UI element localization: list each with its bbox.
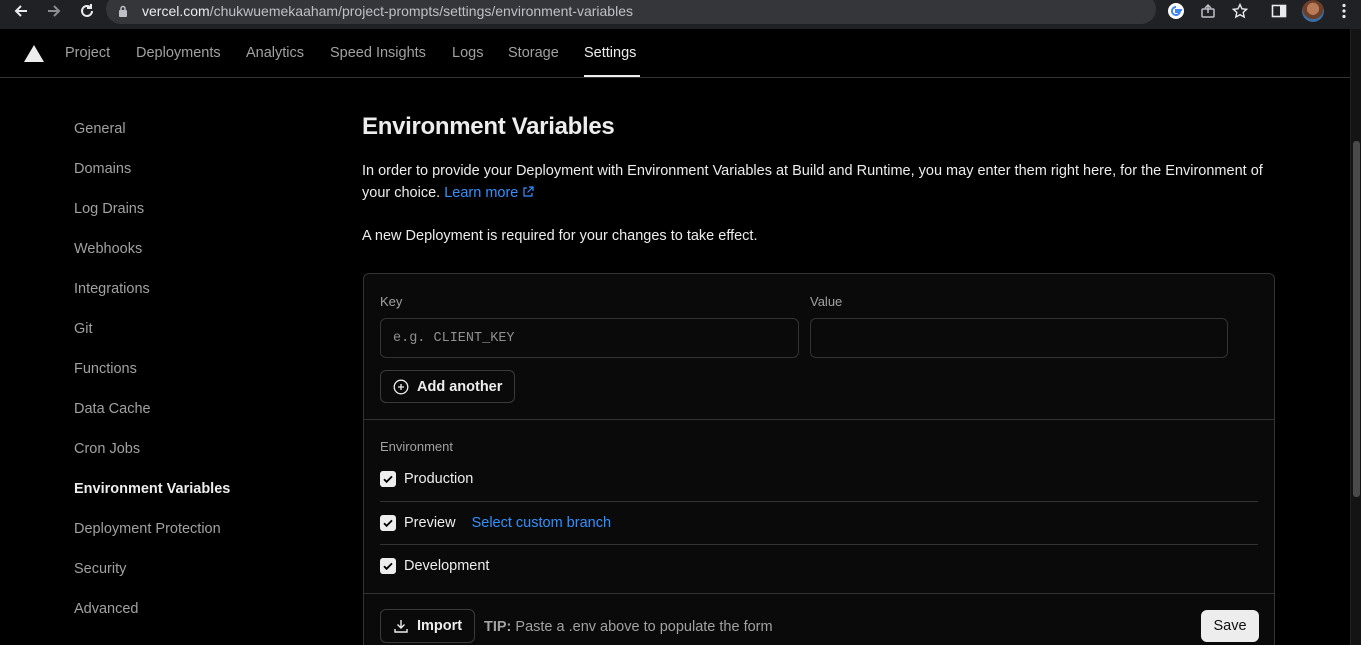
development-checkbox[interactable]: [380, 558, 396, 574]
lock-icon: [118, 5, 128, 17]
sidebar-item-log-drains[interactable]: Log Drains: [74, 201, 144, 217]
select-custom-branch-link[interactable]: Select custom branch: [472, 515, 611, 531]
env-var-form-card: Key Value Add another Environment Produc…: [363, 273, 1275, 645]
sidebar-item-git[interactable]: Git: [74, 321, 93, 337]
production-label: Production: [404, 471, 474, 487]
check-icon: [383, 475, 393, 484]
tab-settings[interactable]: Settings: [584, 45, 636, 61]
sidebar-item-deployment-protection[interactable]: Deployment Protection: [74, 521, 221, 537]
sidebar-item-webhooks[interactable]: Webhooks: [74, 241, 142, 257]
check-icon: [383, 562, 393, 571]
value-label: Value: [810, 294, 843, 309]
sidebar-item-security[interactable]: Security: [74, 561, 126, 577]
preview-label: Preview: [404, 515, 456, 531]
page-title: Environment Variables: [362, 113, 615, 140]
share-icon[interactable]: [1198, 1, 1218, 21]
env-divider: [380, 544, 1258, 545]
external-link-icon: [523, 186, 535, 197]
key-input[interactable]: [380, 318, 799, 358]
page-scrollbar[interactable]: [1350, 29, 1361, 645]
tab-deployments[interactable]: Deployments: [136, 45, 221, 61]
footer-divider: [364, 593, 1274, 594]
plus-circle-icon: [393, 379, 409, 394]
development-label: Development: [404, 558, 490, 574]
tip-prefix: TIP:: [484, 619, 512, 635]
page-description: In order to provide your Deployment with…: [362, 160, 1282, 204]
active-tab-indicator: [584, 75, 640, 77]
back-arrow-icon[interactable]: [10, 0, 32, 22]
forward-arrow-icon[interactable]: [43, 0, 65, 22]
sidebar-item-cron-jobs[interactable]: Cron Jobs: [74, 441, 140, 457]
sidebar-item-domains[interactable]: Domains: [74, 161, 131, 177]
reload-icon[interactable]: [76, 0, 98, 22]
browser-toolbar: vercel.com/chukwuemekaaham/project-promp…: [0, 0, 1361, 29]
tab-storage[interactable]: Storage: [508, 45, 559, 61]
tab-project[interactable]: Project: [65, 45, 110, 61]
url-text: vercel.com/chukwuemekaaham/project-promp…: [142, 3, 633, 19]
profile-avatar[interactable]: [1302, 0, 1324, 22]
env-divider: [380, 501, 1258, 502]
download-icon: [394, 620, 408, 633]
env-production-row[interactable]: Production: [380, 471, 473, 487]
sidebar-item-environment-variables[interactable]: Environment Variables: [74, 481, 230, 497]
project-nav: Project Deployments Analytics Speed Insi…: [0, 29, 1350, 78]
add-another-label: Add another: [417, 378, 503, 395]
sidebar-item-integrations[interactable]: Integrations: [74, 281, 150, 297]
google-icon[interactable]: [1166, 1, 1186, 21]
sidebar-item-advanced[interactable]: Advanced: [74, 601, 139, 617]
import-label: Import: [417, 618, 463, 634]
save-button[interactable]: Save: [1201, 610, 1259, 642]
check-icon: [383, 519, 393, 528]
environment-label: Environment: [380, 439, 453, 454]
sidebar-item-functions[interactable]: Functions: [74, 361, 137, 377]
preview-checkbox[interactable]: [380, 515, 396, 531]
tab-speed-insights[interactable]: Speed Insights: [330, 45, 426, 61]
scrollbar-thumb[interactable]: [1353, 141, 1360, 497]
redeploy-notice: A new Deployment is required for your ch…: [362, 228, 758, 244]
import-tip: TIP: Paste a .env above to populate the …: [484, 619, 773, 635]
address-bar[interactable]: vercel.com/chukwuemekaaham/project-promp…: [106, 0, 1156, 24]
more-menu-icon[interactable]: [1334, 1, 1354, 21]
vercel-logo-icon[interactable]: [24, 45, 44, 67]
production-checkbox[interactable]: [380, 471, 396, 487]
key-label: Key: [380, 294, 403, 309]
tip-text: Paste a .env above to populate the form: [515, 619, 773, 635]
add-another-button[interactable]: Add another: [380, 370, 516, 403]
value-input[interactable]: [810, 318, 1228, 358]
learn-more-label: Learn more: [444, 185, 519, 201]
sidebar-item-general[interactable]: General: [74, 121, 126, 137]
sidebar-item-data-cache[interactable]: Data Cache: [74, 401, 151, 417]
section-divider: [364, 419, 1274, 420]
env-preview-row[interactable]: Preview Select custom branch: [380, 515, 611, 531]
bookmark-star-icon[interactable]: [1230, 1, 1250, 21]
tab-logs[interactable]: Logs: [452, 45, 483, 61]
import-button[interactable]: Import: [380, 609, 476, 643]
tab-analytics[interactable]: Analytics: [246, 45, 304, 61]
env-development-row[interactable]: Development: [380, 558, 489, 574]
sidebar-panel-icon[interactable]: [1269, 1, 1289, 21]
learn-more-link[interactable]: Learn more: [444, 185, 535, 201]
